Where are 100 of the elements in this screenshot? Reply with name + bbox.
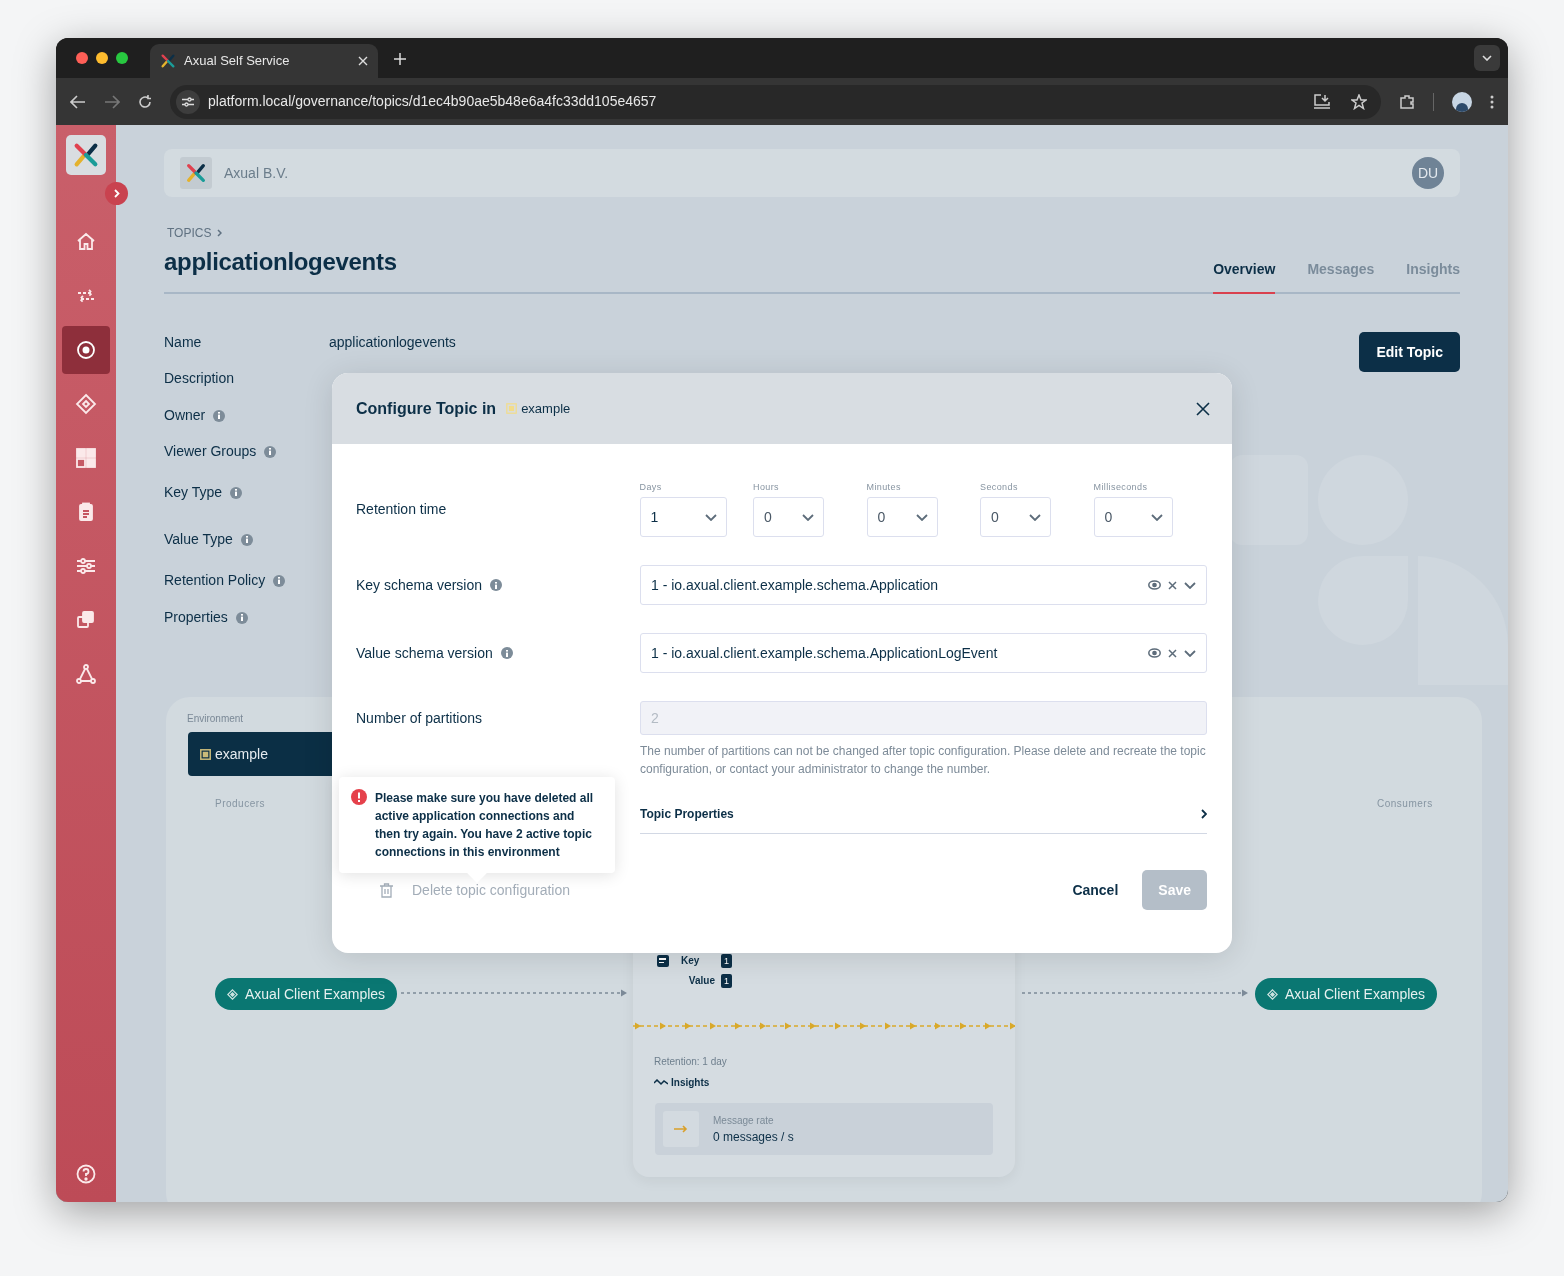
field-label: Owner <box>164 406 206 425</box>
diamond-icon <box>227 988 238 1000</box>
sidebar-item[interactable] <box>62 326 110 374</box>
trash-icon <box>380 882 393 898</box>
field-label: Retention time <box>356 499 447 519</box>
environment-icon <box>200 748 211 760</box>
select-field[interactable]: 0 <box>866 497 938 538</box>
target-icon <box>75 339 97 361</box>
select-field[interactable]: 1 <box>639 497 727 538</box>
help-icon <box>75 1163 97 1185</box>
chevron-down-icon <box>704 513 717 521</box>
browser-tab[interactable]: Axual Self Service <box>150 44 378 78</box>
field-label: Key schema version <box>356 575 483 595</box>
clear-icon[interactable] <box>1168 648 1177 658</box>
more-menu-icon[interactable] <box>1490 94 1494 109</box>
logo-icon <box>72 141 100 169</box>
address-bar[interactable]: platform.local/governance/topics/d1ec4b90ae5b48e6a4fc33dd105e4657 <box>170 84 1381 119</box>
nodes-icon <box>75 663 97 685</box>
environment-name: example <box>521 399 571 418</box>
unit-label: Hours <box>753 480 780 494</box>
field-label: Number of partitions <box>356 708 483 728</box>
home-icon <box>75 231 97 253</box>
close-window-icon[interactable] <box>76 52 88 64</box>
chevron-down-icon <box>915 513 928 521</box>
tab[interactable]: Overview <box>1213 259 1276 294</box>
topic-properties-row[interactable]: Topic Properties <box>640 796 1207 834</box>
logo-tile[interactable] <box>66 135 106 175</box>
select-field[interactable]: 0 <box>1093 497 1173 538</box>
unit-label: Minutes <box>866 480 902 494</box>
chevron-down-icon <box>1482 55 1492 61</box>
field-value: applicationlogevents <box>329 333 456 352</box>
url-text: platform.local/governance/topics/d1ec4b90ae5b48e6a4fc33dd105e4657 <box>208 92 658 111</box>
field-label: Key Type <box>164 483 223 502</box>
field-label: Name <box>164 333 202 352</box>
extensions-icon[interactable] <box>1399 93 1415 110</box>
hint-text: The number of partitions can not be changed after topic configuration. Please delete and recreate the topic configuration, or contact your administrator to change the number. <box>640 743 1207 778</box>
clear-icon[interactable] <box>1168 580 1177 590</box>
application-pill[interactable]: Axual Client Examples <box>215 978 398 1010</box>
pulse-icon <box>654 1079 668 1086</box>
section-label: Environment <box>187 712 244 726</box>
chevron-down-icon <box>1029 513 1041 521</box>
column-label: Producers <box>215 797 266 811</box>
schema-icon <box>657 954 669 967</box>
schema-label: Key <box>681 954 701 968</box>
organization-name: Axual B.V. <box>224 163 290 183</box>
metric-value: 0 messages / s <box>713 1128 794 1146</box>
select-field[interactable]: 1 - io.axual.client.example.schema.ApplicationLogEvent <box>640 633 1207 673</box>
unit-label: Milliseconds <box>1093 480 1149 494</box>
back-icon[interactable] <box>70 94 86 109</box>
chevron-right-icon <box>1201 808 1207 819</box>
count-badge: 1 <box>721 973 732 988</box>
metric-label: Message rate <box>713 1113 775 1128</box>
insights-link[interactable]: Insights <box>671 1075 710 1090</box>
diamond-icon <box>75 393 97 415</box>
unit-label: Seconds <box>980 480 1019 494</box>
minimize-window-icon[interactable] <box>96 52 108 64</box>
chevron-down-icon <box>1184 581 1196 589</box>
profile-avatar[interactable] <box>1452 91 1472 112</box>
reload-icon[interactable] <box>138 94 152 109</box>
dialog-title: Configure Topic in <box>356 398 497 419</box>
chevron-down-icon <box>1150 513 1163 521</box>
count-badge: 1 <box>721 953 732 968</box>
field-label: Value schema version <box>356 643 493 663</box>
error-icon <box>351 789 367 805</box>
page-title: applicationlogevents <box>164 247 398 277</box>
field-label: Value Type <box>164 530 233 549</box>
eye-icon[interactable] <box>1148 648 1161 658</box>
logo-icon <box>160 53 176 69</box>
forward-icon[interactable] <box>104 94 120 109</box>
install-icon[interactable] <box>1313 93 1331 110</box>
sliders-icon <box>75 555 97 577</box>
edit-topic-button[interactable]: Edit Topic <box>1359 332 1460 372</box>
chevron-down-icon <box>1184 649 1196 657</box>
tab-list-button[interactable] <box>1474 45 1500 71</box>
column-label: Consumers <box>1377 797 1433 811</box>
cancel-button[interactable]: Cancel <box>1072 879 1119 901</box>
field-label: Viewer Groups <box>164 442 257 461</box>
diamond-icon <box>1267 988 1278 1000</box>
select-field[interactable]: 0 <box>980 497 1051 538</box>
copy-icon <box>75 609 97 631</box>
field-label: Description <box>164 369 235 388</box>
select-field[interactable]: 0 <box>753 497 824 538</box>
field-label: Properties <box>164 608 228 627</box>
arrow-right-icon <box>674 1125 688 1133</box>
schema-label: Value <box>687 974 715 988</box>
chevron-down-icon <box>802 513 814 521</box>
star-icon[interactable] <box>1351 93 1367 110</box>
field-label: Retention Policy <box>164 571 266 590</box>
application-pill[interactable]: Axual Client Examples <box>1255 978 1438 1010</box>
tab-title: Axual Self Service <box>184 52 291 71</box>
new-tab-icon[interactable] <box>394 53 406 65</box>
eye-icon[interactable] <box>1148 580 1161 590</box>
chevron-right-icon <box>217 229 223 237</box>
select-field[interactable]: 1 - io.axual.client.example.schema.Application <box>640 565 1207 605</box>
site-settings-icon[interactable] <box>176 89 200 114</box>
close-icon[interactable] <box>1196 401 1210 416</box>
environment-icon <box>506 403 518 414</box>
retention-text: Retention: 1 day <box>654 1055 727 1069</box>
maximize-window-icon[interactable] <box>116 52 128 64</box>
collapse-button[interactable] <box>105 182 128 205</box>
